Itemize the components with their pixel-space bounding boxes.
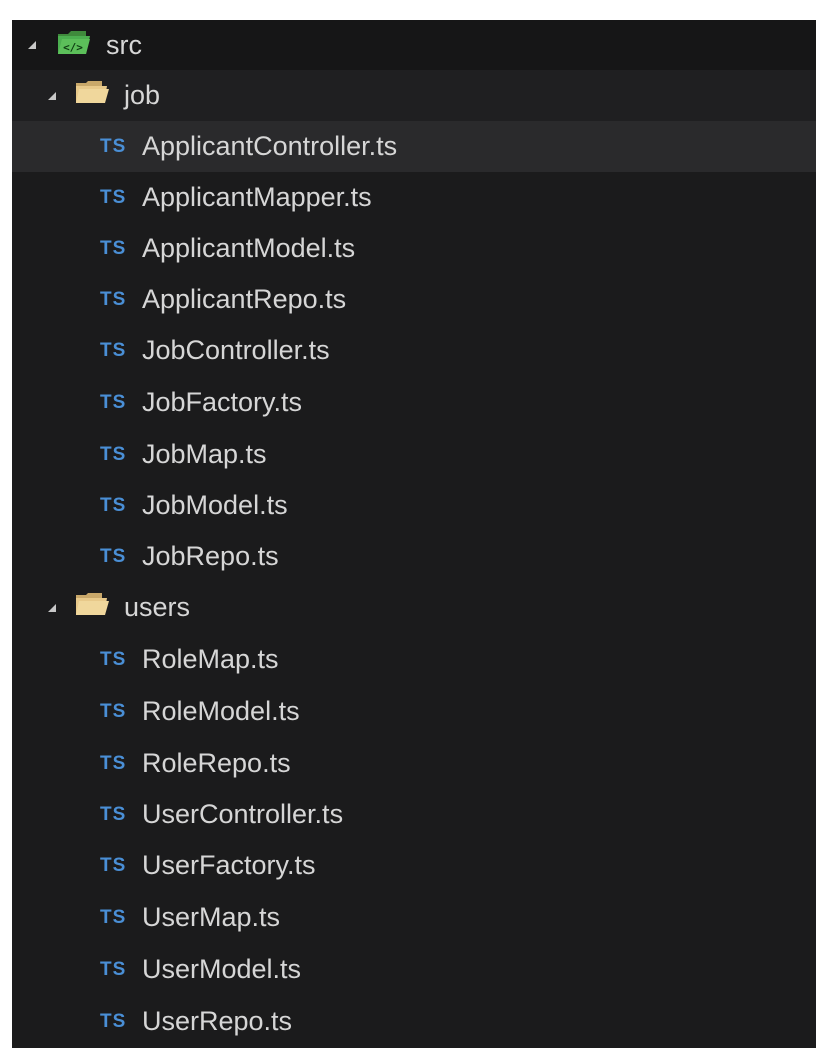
tree-item-label: job <box>124 80 161 110</box>
file-name: JobController.ts <box>142 335 330 365</box>
tree-item-users-folder[interactable]: users <box>12 582 816 633</box>
file-name: JobModel.ts <box>142 490 288 520</box>
tree-item-file[interactable]: TS ApplicantRepo.ts <box>12 274 816 325</box>
typescript-file-icon: TS <box>100 186 127 208</box>
tree-item-label: users <box>124 592 191 622</box>
typescript-file-icon: TS <box>100 443 127 465</box>
typescript-file-icon: TS <box>100 339 127 361</box>
typescript-file-icon: TS <box>100 391 127 413</box>
tree-item-file[interactable]: TS ApplicantController.ts <box>12 121 816 172</box>
file-name: ApplicantRepo.ts <box>142 284 347 314</box>
tree-item-file[interactable]: TS RoleRepo.ts <box>12 738 816 789</box>
tree-item-file[interactable]: TS UserRepo.ts <box>12 996 816 1047</box>
file-name: JobFactory.ts <box>142 387 303 417</box>
file-name: UserModel.ts <box>142 954 302 984</box>
typescript-file-icon: TS <box>100 803 127 825</box>
file-name: UserRepo.ts <box>142 1006 293 1036</box>
tree-item-file[interactable]: TS JobRepo.ts <box>12 531 816 582</box>
file-name: ApplicantMapper.ts <box>142 182 372 212</box>
expanded-chevron-icon[interactable] <box>48 603 56 612</box>
tree-item-src[interactable]: </> src <box>12 20 816 70</box>
typescript-file-icon: TS <box>100 135 127 157</box>
tree-item-label: src <box>106 29 142 60</box>
tree-item-file[interactable]: TS JobController.ts <box>12 325 816 376</box>
typescript-file-icon: TS <box>100 1010 127 1032</box>
typescript-file-icon: TS <box>100 494 127 516</box>
file-name: ApplicantController.ts <box>142 131 398 161</box>
typescript-file-icon: TS <box>100 958 127 980</box>
typescript-file-icon: TS <box>100 700 127 722</box>
tree-item-file[interactable]: TS UserModel.ts <box>12 944 816 995</box>
file-name: JobRepo.ts <box>142 541 279 571</box>
tree-item-file[interactable]: TS UserMap.ts <box>12 892 816 943</box>
tree-item-file[interactable]: TS UserFactory.ts <box>12 840 816 891</box>
file-name: JobMap.ts <box>142 439 267 469</box>
source-folder-icon: </> <box>56 28 92 63</box>
tree-item-file[interactable]: TS ApplicantMapper.ts <box>12 172 816 223</box>
typescript-file-icon: TS <box>100 545 127 567</box>
file-name: RoleMap.ts <box>142 644 279 674</box>
typescript-file-icon: TS <box>100 752 127 774</box>
expanded-chevron-icon[interactable] <box>48 91 56 100</box>
tree-item-file[interactable]: TS RoleMap.ts <box>12 634 816 685</box>
file-explorer: </> src job TS ApplicantController.ts TS… <box>12 20 816 1048</box>
file-name: UserFactory.ts <box>142 850 316 880</box>
svg-text:</>: </> <box>63 41 83 54</box>
file-name: UserController.ts <box>142 799 344 829</box>
file-name: RoleModel.ts <box>142 696 300 726</box>
folder-open-icon <box>74 79 110 112</box>
tree-item-file[interactable]: TS JobMap.ts <box>12 429 816 480</box>
tree-item-file[interactable]: TS RoleModel.ts <box>12 686 816 737</box>
expanded-chevron-icon[interactable] <box>28 41 36 49</box>
file-name: UserMap.ts <box>142 902 281 932</box>
typescript-file-icon: TS <box>100 906 127 928</box>
tree-item-file[interactable]: TS JobModel.ts <box>12 480 816 531</box>
typescript-file-icon: TS <box>100 237 127 259</box>
tree-item-job-folder[interactable]: job <box>12 70 816 121</box>
tree-item-file[interactable]: TS JobFactory.ts <box>12 377 816 428</box>
tree-item-file[interactable]: TS UserController.ts <box>12 789 816 840</box>
file-name: RoleRepo.ts <box>142 748 291 778</box>
typescript-file-icon: TS <box>100 854 127 876</box>
file-name: ApplicantModel.ts <box>142 233 356 263</box>
typescript-file-icon: TS <box>100 288 127 310</box>
folder-open-icon <box>74 591 110 624</box>
tree-item-file[interactable]: TS ApplicantModel.ts <box>12 223 816 274</box>
typescript-file-icon: TS <box>100 648 127 670</box>
